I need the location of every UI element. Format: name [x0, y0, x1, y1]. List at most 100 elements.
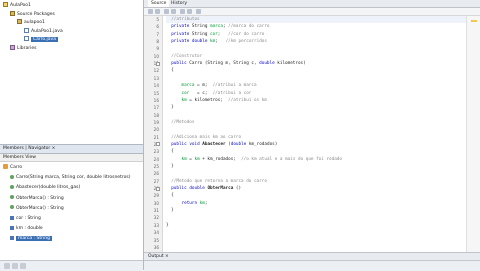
code-line[interactable]: marca = m; //atribui a marca	[166, 82, 466, 89]
code-line[interactable]: km = kilometros; //atribui os km	[166, 97, 466, 104]
tree-item[interactable]: Carro.java	[24, 36, 58, 43]
code-line[interactable]: //atributos	[166, 16, 466, 24]
code-line[interactable]: }	[166, 104, 466, 111]
tree-item[interactable]: ObterMarca() : String	[10, 195, 64, 202]
tree-item[interactable]: Carro	[3, 164, 22, 171]
field-icon	[10, 215, 14, 220]
tree-item[interactable]: Source Packages	[10, 10, 55, 18]
fold-toggle-icon[interactable]	[156, 142, 160, 147]
uncomment-icon[interactable]	[187, 9, 192, 14]
code-line[interactable]: {	[166, 67, 466, 74]
code-line[interactable]: {	[166, 192, 466, 199]
line-number: 30	[153, 200, 159, 206]
sort-icon[interactable]	[4, 263, 10, 269]
tree-item-label: Carro(String marca, String cor, double l…	[16, 175, 131, 181]
fold-toggle-icon[interactable]	[156, 61, 160, 66]
filter-icon[interactable]	[12, 263, 18, 269]
tree-item-label: cor : String	[16, 216, 41, 221]
tree-item[interactable]: ObterMarca() : String	[10, 205, 64, 212]
code-line[interactable]: cor = c; //atribui a cor	[166, 90, 466, 97]
code-line[interactable]	[166, 126, 466, 133]
code-line[interactable]: public void Abastecer (double km_rodados…	[166, 141, 466, 148]
tree-item[interactable]: marca : String	[10, 235, 52, 242]
code-editor: Source History 5678910111213141516171819…	[144, 0, 480, 271]
error-stripe	[466, 16, 480, 252]
code-line[interactable]	[166, 244, 466, 251]
tree-item[interactable]: Carro(String marca, String cor, double l…	[10, 174, 130, 181]
tree-item[interactable]: km : double	[10, 225, 43, 232]
tab-history[interactable]: History	[168, 0, 190, 7]
tree-item[interactable]: Libraries	[10, 44, 37, 52]
line-number: 33	[153, 222, 159, 228]
navigator-toolbar	[0, 260, 143, 271]
code-line[interactable]	[166, 75, 466, 82]
tree-item-label: ObterMarca() : String	[16, 195, 64, 201]
tree-item-label: Abastecer(double litros_gas)	[16, 185, 81, 191]
comment-icon[interactable]	[180, 9, 185, 14]
line-number: 5	[156, 17, 159, 22]
package-icon	[17, 19, 22, 24]
code-line[interactable]: public Carro (String m, String c, double…	[166, 60, 466, 67]
members-view-label[interactable]: Members View	[3, 154, 36, 161]
line-number: 23	[153, 149, 159, 155]
code-line[interactable]	[166, 214, 466, 221]
navigator-tab[interactable]: Members | Navigator ×	[3, 145, 55, 153]
navigator-header: Members | Navigator ×	[0, 144, 143, 154]
line-number: 25	[153, 164, 159, 169]
tree-item-label: Source Packages	[17, 11, 55, 17]
method-icon	[10, 184, 14, 189]
line-number: 35	[153, 237, 159, 243]
line-number: 7	[156, 31, 159, 37]
tree-item-label: Libraries	[17, 45, 37, 51]
constructor-icon	[10, 174, 14, 179]
code-line[interactable]: private double km; //km percorridos	[166, 38, 466, 45]
tree-item-label: AulaPoo1	[10, 3, 31, 8]
code-line[interactable]: }	[166, 222, 466, 229]
status-bar	[144, 260, 480, 271]
code-line[interactable]	[166, 229, 466, 236]
line-number: 21	[153, 134, 159, 140]
code-line[interactable]	[166, 112, 466, 119]
forward-icon[interactable]	[155, 9, 160, 14]
code-line[interactable]: //Construtor	[166, 53, 466, 60]
code-line[interactable]: km = km + km_rodados; //o km atual e a m…	[166, 156, 466, 163]
code-line[interactable]	[166, 45, 466, 52]
run-macro-icon[interactable]	[196, 9, 201, 14]
find-icon[interactable]	[164, 9, 169, 14]
line-number: 12	[153, 68, 159, 74]
fold-toggle-icon[interactable]	[156, 186, 160, 191]
editor-toolbar	[144, 8, 480, 16]
code-line[interactable]	[166, 237, 466, 244]
code-line[interactable]: //Adiciona mais km ao carro	[166, 134, 466, 141]
tree-item[interactable]: aulapoo1	[17, 19, 45, 26]
back-icon[interactable]	[148, 9, 153, 14]
line-number: 10	[153, 53, 159, 59]
code-line[interactable]: }	[166, 163, 466, 170]
code-area[interactable]: //atributos private String marca; //marc…	[166, 16, 466, 252]
tree-item[interactable]: cor : String	[10, 215, 41, 222]
code-line[interactable]: private String cor; //cor do carro	[166, 31, 466, 38]
tree-item-label: Carro.java	[31, 37, 58, 42]
tab-source[interactable]: Source	[148, 0, 170, 7]
java-file-icon	[24, 36, 29, 41]
annotation-marker[interactable]	[471, 20, 477, 22]
line-number: 18	[153, 112, 159, 118]
code-line[interactable]: public double ObterMarca ()	[166, 185, 466, 192]
tree-item[interactable]: Abastecer(double litros_gas)	[10, 184, 80, 191]
tree-item-label: AulaPoo1.java	[31, 28, 63, 34]
code-line[interactable]: //Metodo que retorna a marca do carro	[166, 178, 466, 185]
tree-item[interactable]: AulaPoo1	[3, 2, 31, 9]
code-line[interactable]: {	[166, 148, 466, 155]
tree-item[interactable]: AulaPoo1.java	[24, 27, 63, 35]
code-line[interactable]: private String marca; //marca do carro	[166, 23, 466, 30]
code-line[interactable]: return km;	[166, 200, 466, 207]
line-number: 13	[153, 75, 159, 81]
code-line[interactable]: //Metodos	[166, 119, 466, 126]
line-number: 24	[153, 156, 159, 162]
field-icon	[10, 235, 14, 240]
fields-icon[interactable]	[20, 263, 26, 269]
code-line[interactable]: }	[166, 207, 466, 214]
toggle-highlight-icon[interactable]	[171, 9, 176, 14]
code-line[interactable]	[166, 170, 466, 177]
editor-tabs: Source History	[144, 0, 480, 8]
